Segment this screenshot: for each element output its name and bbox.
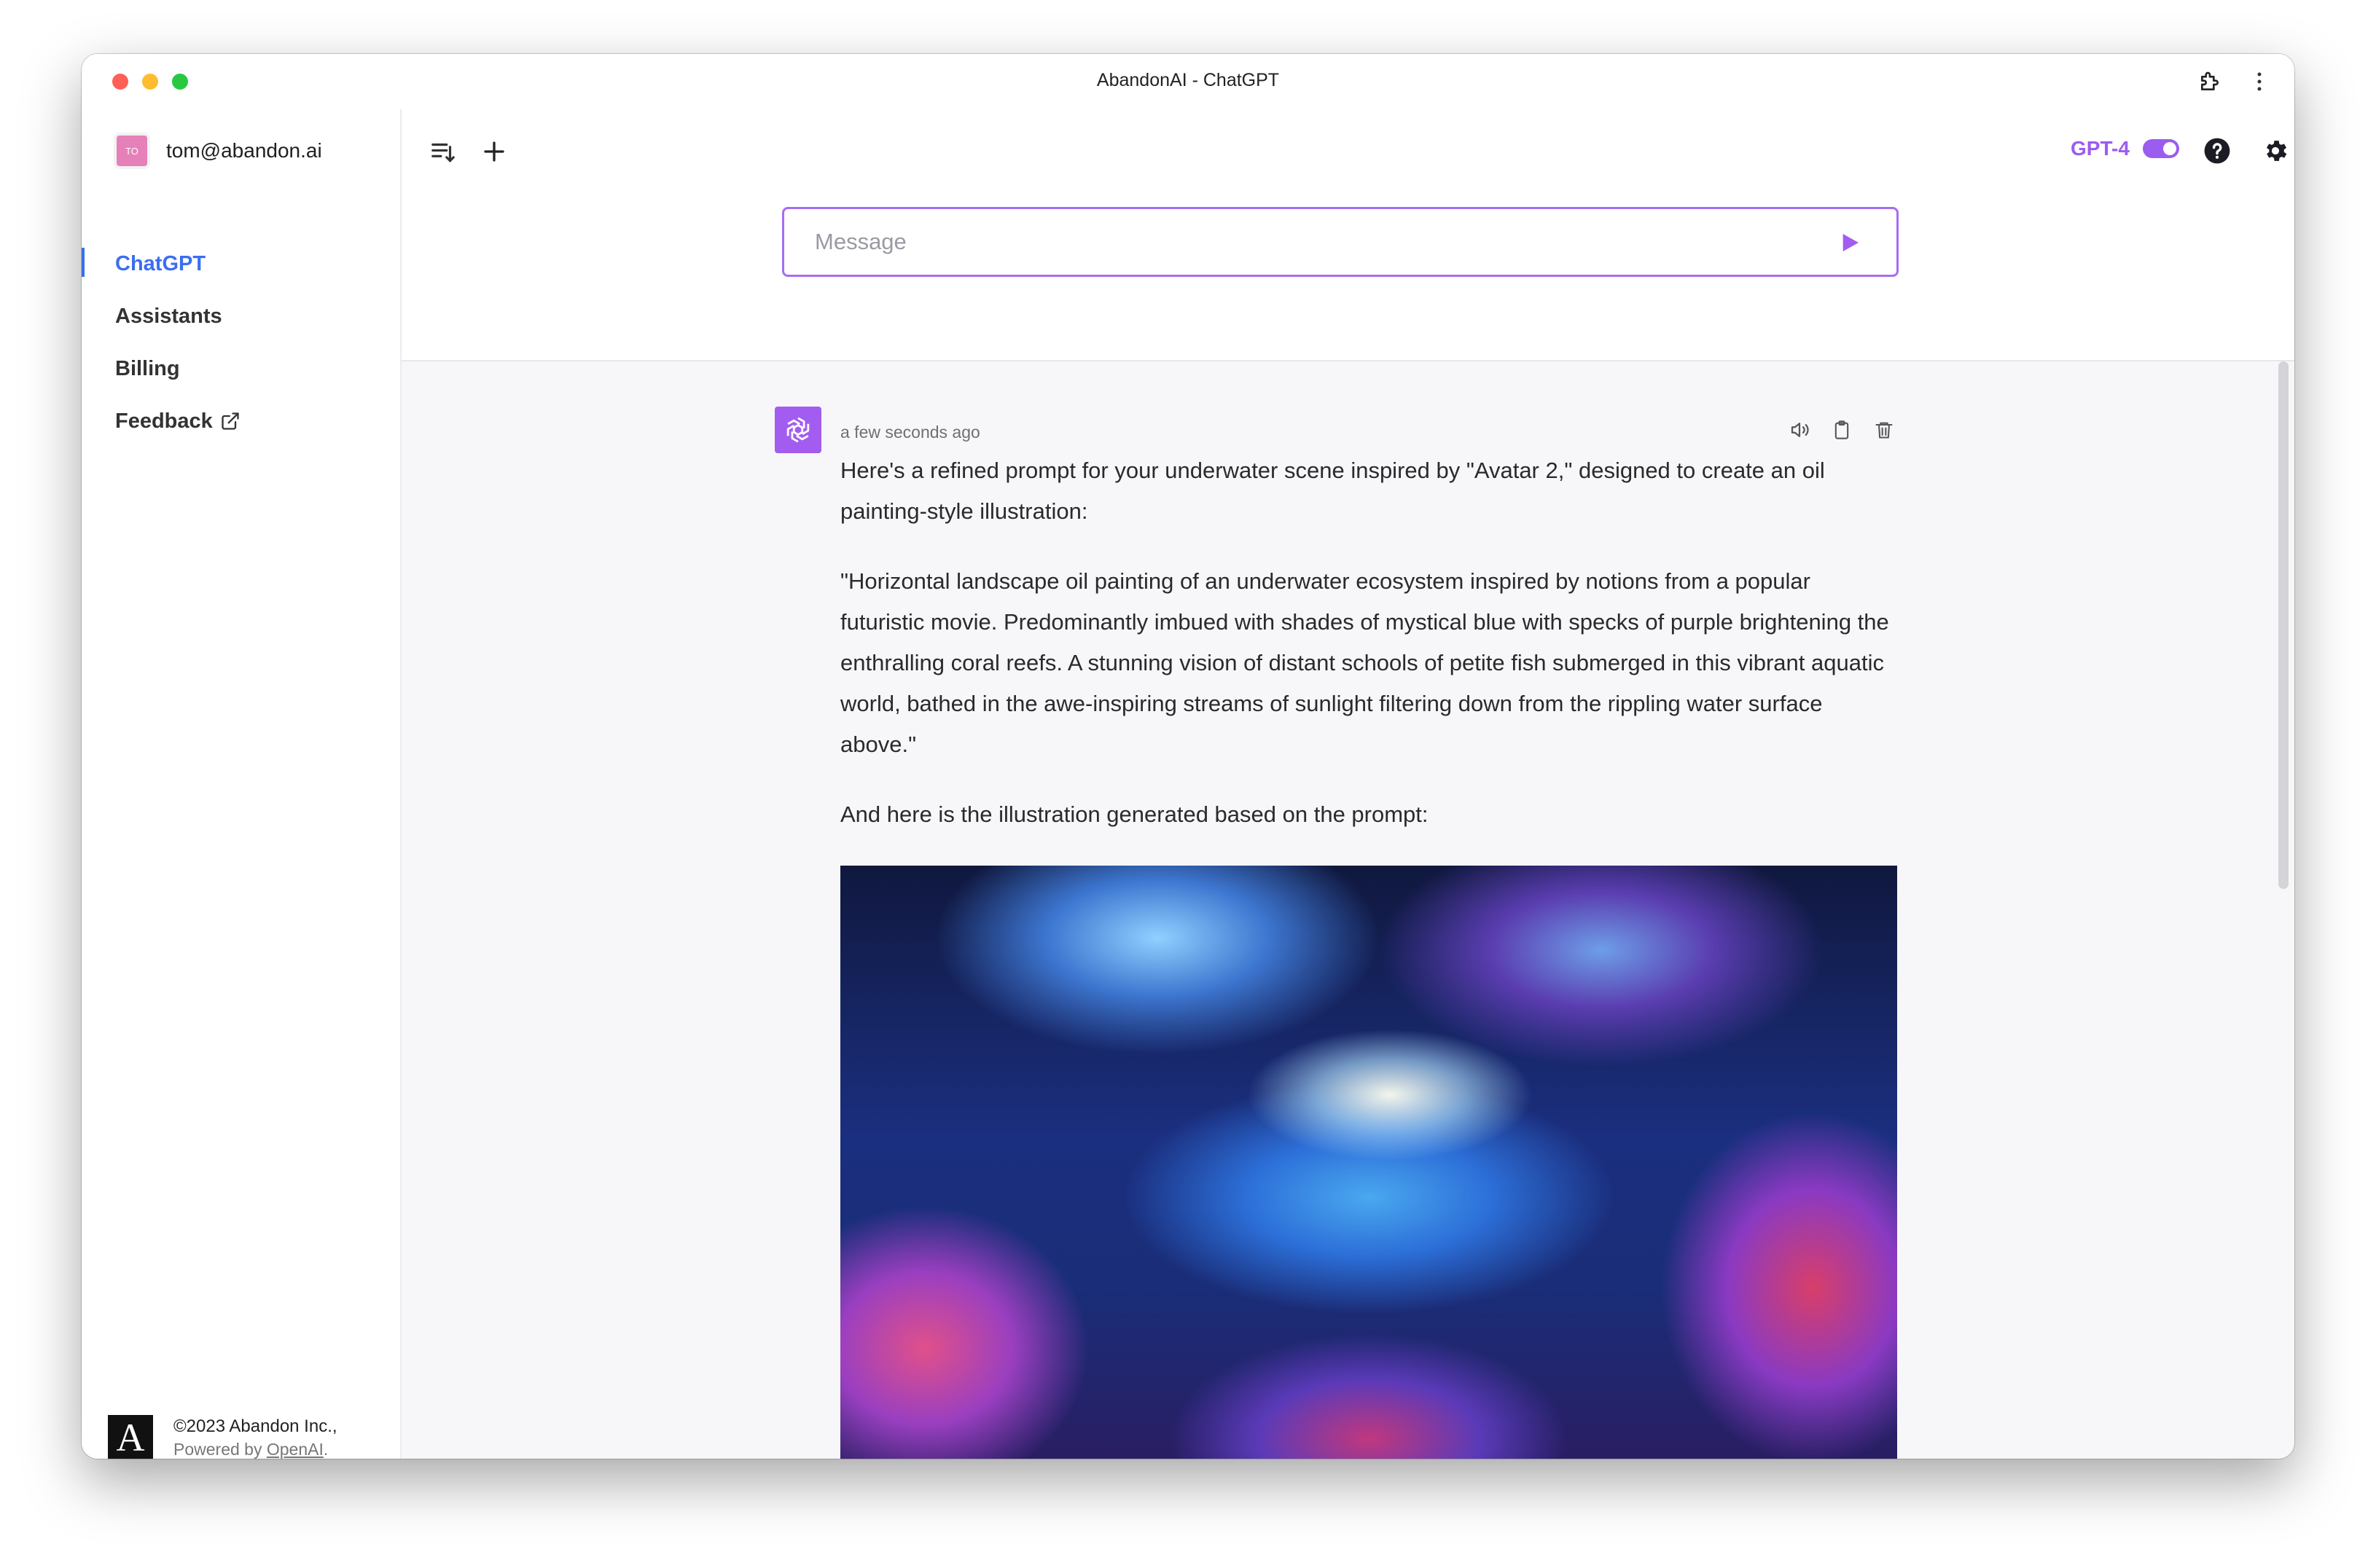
user-email: tom@abandon.ai bbox=[166, 139, 322, 162]
speaker-icon[interactable] bbox=[1786, 417, 1813, 443]
sidebar-item-label: Billing bbox=[115, 356, 180, 380]
copy-icon[interactable] bbox=[1829, 417, 1855, 443]
model-label: GPT-4 bbox=[2071, 137, 2130, 160]
more-menu-icon[interactable] bbox=[2245, 67, 2274, 96]
sidebar-item-label: Assistants bbox=[115, 304, 222, 328]
window-title: AbandonAI - ChatGPT bbox=[1096, 70, 1280, 90]
help-icon[interactable] bbox=[2202, 136, 2232, 166]
copyright-text: ©2023 Abandon Inc., bbox=[173, 1416, 337, 1436]
message-composer bbox=[782, 207, 1899, 277]
sidebar-item-billing[interactable]: Billing bbox=[82, 342, 400, 395]
message-paragraph: And here is the illustration generated b… bbox=[840, 801, 1429, 827]
message-body: Here's a refined prompt for your underwa… bbox=[840, 450, 1897, 1459]
powered-by-text: Powered by OpenAI. bbox=[173, 1439, 329, 1459]
abandon-logo: A bbox=[108, 1415, 153, 1459]
sidebar-item-assistants[interactable]: Assistants bbox=[82, 290, 400, 342]
sort-list-icon[interactable] bbox=[428, 136, 458, 167]
sidebar-item-feedback[interactable]: Feedback bbox=[82, 395, 400, 447]
sidebar-footer: A ©2023 Abandon Inc., Powered by OpenAI. bbox=[108, 1415, 337, 1459]
message-paragraph: Here's a refined prompt for your underwa… bbox=[840, 458, 1825, 524]
model-toggle[interactable]: GPT-4 bbox=[2071, 137, 2179, 160]
message-input[interactable] bbox=[813, 228, 1822, 256]
user-profile[interactable]: TO tom@abandon.ai bbox=[117, 136, 322, 166]
app-window: AbandonAI - ChatGPT TO tom@abandon.ai Ch… bbox=[82, 54, 2294, 1459]
new-chat-button[interactable] bbox=[479, 136, 509, 167]
settings-gear-icon[interactable] bbox=[2260, 136, 2291, 166]
sidebar-nav: ChatGPT Assistants Billing Feedback bbox=[82, 238, 400, 447]
model-switch[interactable] bbox=[2142, 139, 2179, 158]
generated-illustration[interactable] bbox=[840, 866, 1897, 1459]
send-icon[interactable] bbox=[1838, 231, 1861, 254]
footer-text: ©2023 Abandon Inc., Powered by OpenAI. bbox=[173, 1416, 337, 1459]
sidebar-item-label: Feedback bbox=[115, 409, 213, 433]
message-actions bbox=[1786, 417, 1897, 443]
sidebar-item-label: ChatGPT bbox=[115, 251, 206, 275]
message-paragraph: "Horizontal landscape oil painting of an… bbox=[840, 568, 1889, 757]
openai-link[interactable]: OpenAI bbox=[267, 1440, 324, 1459]
external-link-icon bbox=[220, 411, 241, 431]
openai-logo-icon bbox=[775, 407, 821, 453]
extensions-icon[interactable] bbox=[2195, 67, 2224, 96]
message-timestamp: a few seconds ago bbox=[840, 423, 980, 442]
top-bar: GPT-4 bbox=[402, 109, 2294, 361]
sidebar: TO tom@abandon.ai ChatGPT Assistants Bil… bbox=[82, 109, 402, 1459]
chat-area: a few seconds ago Here's a refined promp… bbox=[402, 361, 2294, 1459]
sidebar-item-chatgpt[interactable]: ChatGPT bbox=[82, 238, 400, 290]
avatar: TO bbox=[117, 136, 147, 166]
scrollbar[interactable] bbox=[2278, 361, 2289, 889]
title-bar: AbandonAI - ChatGPT bbox=[82, 54, 2294, 109]
trash-icon[interactable] bbox=[1871, 417, 1897, 443]
